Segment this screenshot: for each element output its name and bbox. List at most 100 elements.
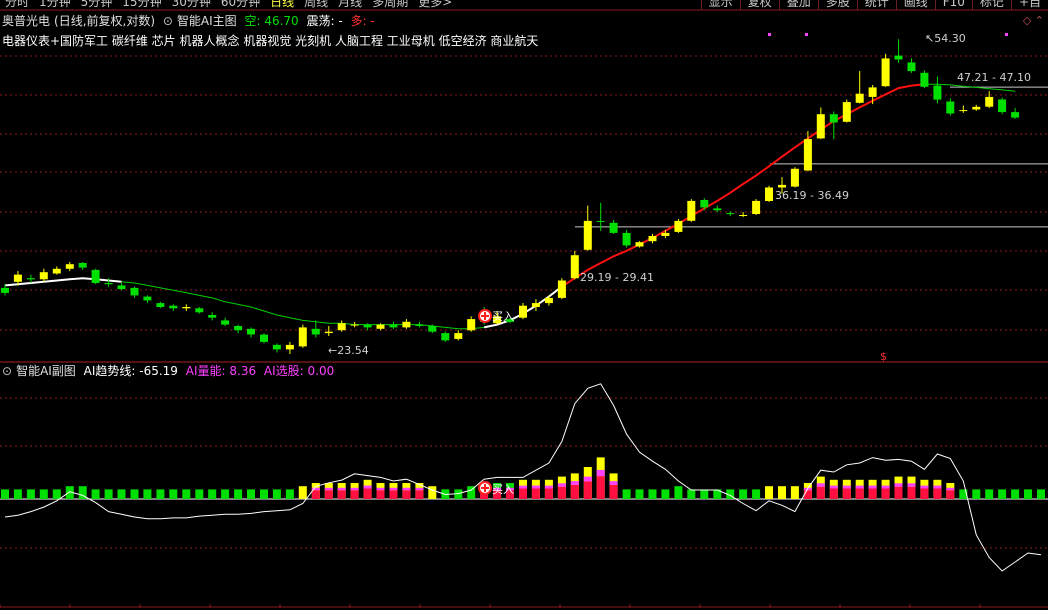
long-value: 多: - xyxy=(350,14,375,28)
high-price-label: ↖54.30 xyxy=(925,32,966,45)
volume-bar-magenta xyxy=(583,476,592,482)
volume-bar-red xyxy=(350,490,359,499)
volume-bar xyxy=(104,489,113,499)
candle-body xyxy=(726,213,735,215)
trend-line xyxy=(4,383,1042,572)
volume-bar-magenta xyxy=(376,487,385,491)
candle-body xyxy=(428,326,437,332)
ma-line-white xyxy=(4,277,122,287)
candle-body xyxy=(519,305,527,318)
volume-bar-red xyxy=(389,490,398,499)
volume-bar-red xyxy=(842,488,851,499)
volume-bar xyxy=(26,489,35,499)
volume-bar xyxy=(635,489,644,499)
stock-name[interactable]: 奥普光电 xyxy=(2,14,50,28)
candle-body xyxy=(609,222,618,233)
volume-bar-red xyxy=(311,490,320,499)
candle-body xyxy=(687,200,696,221)
volume-bar-red xyxy=(868,488,877,499)
volume-bar xyxy=(208,489,217,499)
candle-body xyxy=(557,280,566,298)
trend-value: AI趋势线: -65.19 xyxy=(83,364,178,378)
volume-bar-magenta xyxy=(363,485,372,489)
candle-body xyxy=(337,323,346,331)
candle-body xyxy=(985,96,994,107)
candle-body xyxy=(65,264,74,269)
volume-bar-red xyxy=(415,490,424,499)
volume-bar-red xyxy=(946,490,955,499)
candle-body xyxy=(143,296,152,301)
sub-indicator-name[interactable]: 智能AI副图 xyxy=(16,364,76,378)
volume-bar xyxy=(13,489,22,499)
candle-body xyxy=(1011,112,1020,118)
candle-body xyxy=(52,268,61,274)
candle-body xyxy=(661,232,670,236)
candle-body xyxy=(234,326,243,331)
candle-body xyxy=(117,285,126,290)
ma-line-green xyxy=(121,281,485,330)
volume-bar-magenta xyxy=(519,485,527,489)
candle-body xyxy=(596,220,605,222)
volume-bar-red xyxy=(519,488,527,499)
candle-body xyxy=(907,62,916,72)
volume-bar-magenta xyxy=(324,487,333,491)
main-chart-header: 奥普光电 (日线,前复权,对数) ⊙ 智能AI主图 空: 46.70 震荡: - 多… xyxy=(2,13,379,29)
volume-bar xyxy=(622,489,631,499)
candle-body xyxy=(260,334,268,342)
volume-bar xyxy=(1011,489,1020,499)
candle-body xyxy=(130,287,139,296)
volume-bar-red xyxy=(803,490,812,499)
volume-bar xyxy=(285,489,294,499)
volume-bar xyxy=(972,489,981,499)
volume-bar xyxy=(700,489,709,499)
candle-body xyxy=(441,333,450,341)
candle-body xyxy=(803,139,812,171)
volume-bar-magenta xyxy=(829,485,838,489)
volume-bar-red xyxy=(531,488,540,499)
candle-body xyxy=(868,87,877,97)
diamond-icon[interactable]: ◇ xyxy=(1023,14,1031,27)
candle-body xyxy=(39,272,48,280)
volume-bar-magenta xyxy=(920,485,929,489)
window-controls: ◇ ⌃ xyxy=(1023,14,1044,27)
volume-bar xyxy=(687,489,696,499)
candle-body xyxy=(972,106,981,110)
candle-body xyxy=(778,184,786,188)
candle-body xyxy=(894,55,903,60)
candle-body xyxy=(311,328,320,335)
volume-bar xyxy=(674,486,683,499)
volume-bar-red xyxy=(583,481,592,499)
volume-bar-magenta xyxy=(855,485,864,489)
volume-bar xyxy=(91,489,100,499)
volume-bar xyxy=(1024,489,1032,499)
candle-body xyxy=(91,269,100,283)
volume-bar-magenta xyxy=(544,485,553,489)
level-c-label: 47.21 - 47.10 xyxy=(957,71,1031,84)
chevron-up-icon[interactable]: ⌃ xyxy=(1035,14,1044,27)
volume-bar-magenta xyxy=(402,487,411,491)
ma-line-red xyxy=(561,83,925,288)
candle-body xyxy=(998,99,1007,113)
candle-body xyxy=(531,303,540,307)
volume-bar xyxy=(156,489,165,499)
candle-body xyxy=(78,263,87,268)
volume-bar xyxy=(790,486,799,499)
candle-body xyxy=(104,283,113,285)
volume-bar-magenta xyxy=(531,485,540,489)
volume-bar-red xyxy=(816,486,825,499)
circle-chevron-icon[interactable]: ⊙ xyxy=(163,14,173,28)
candle-body xyxy=(350,324,359,326)
volume-bar-red xyxy=(881,488,890,499)
volume-bar xyxy=(998,489,1007,499)
chart-canvas: ←23.54 29.19 - 29.41 36.19 - 36.49 ↖54.30 47… xyxy=(0,9,1048,608)
volume-bar-magenta xyxy=(337,487,346,491)
main-indicator-name[interactable]: 智能AI主图 xyxy=(177,14,237,28)
volume-bar xyxy=(117,489,126,499)
circle-chevron-icon[interactable]: ⊙ xyxy=(2,364,12,378)
volume-bar-red xyxy=(337,490,346,499)
sub-chart-header: ⊙ 智能AI副图 AI趋势线: -65.19 AI量能: 8.36 AI选股: 0… xyxy=(2,363,338,379)
candle-body xyxy=(272,344,281,350)
candle-body xyxy=(622,232,631,246)
volume-bar-magenta xyxy=(389,487,398,491)
candle-body xyxy=(221,320,230,325)
